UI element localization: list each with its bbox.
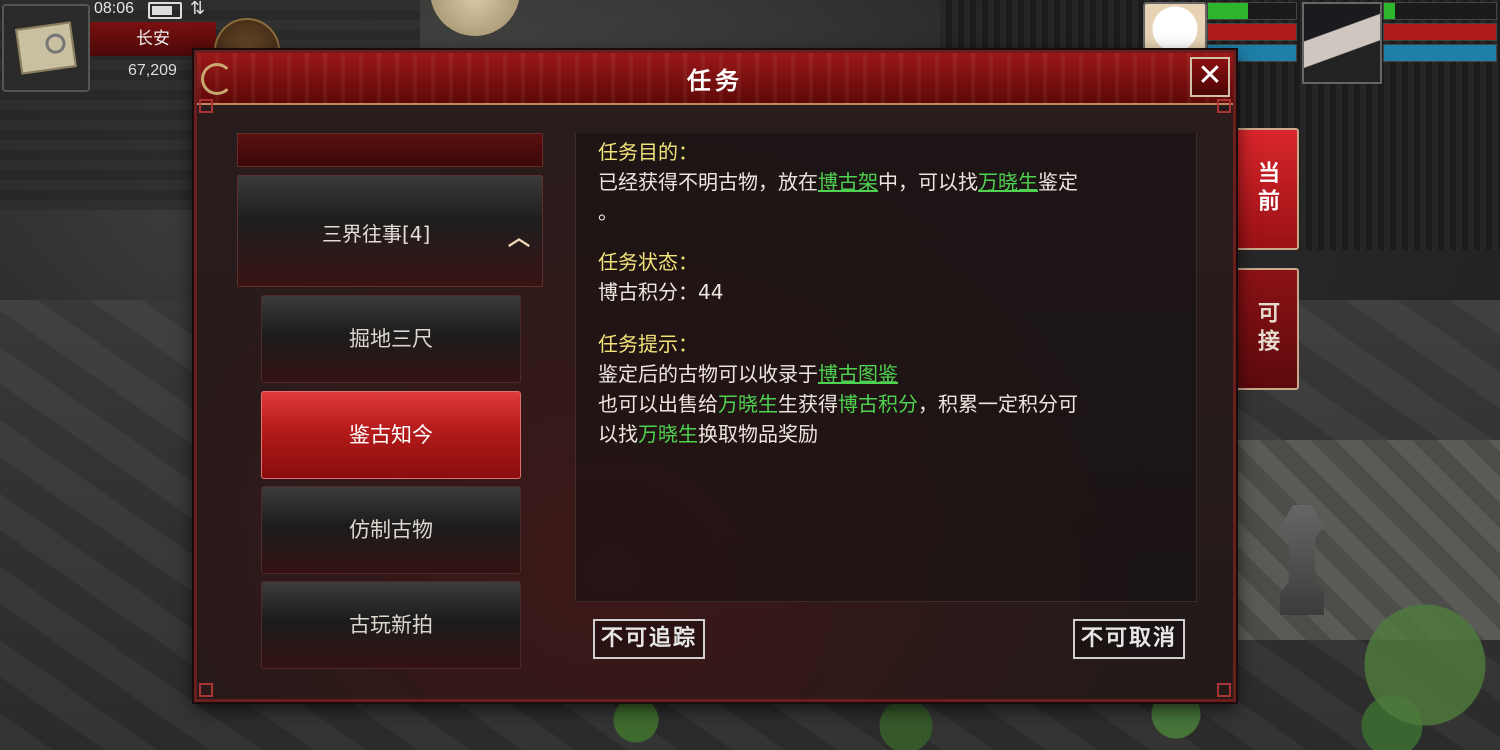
quest-item-selected[interactable]: 鉴古知今 [261, 391, 521, 479]
quest-item[interactable]: 古玩新拍 [261, 581, 521, 669]
goal-text-tail: 。 [598, 200, 618, 224]
hint-text: 也可以出售给 [598, 392, 718, 416]
quest-category-header[interactable]: 三界往事[4] ︿ [237, 175, 543, 287]
pet-portrait[interactable] [1143, 2, 1207, 56]
location-coordinates: 67,209 [128, 62, 177, 79]
pet-hp-bar [1207, 2, 1297, 20]
hint-text: 换取物品奖励 [698, 422, 818, 446]
hint-text: 鉴定后的古物可以收录于 [598, 362, 818, 386]
corner-ornament [1217, 683, 1231, 697]
chevron-up-icon: ︿ [508, 226, 531, 251]
clock-time: 08:06 [94, 0, 135, 17]
quest-status-section: 任务状态： 博古积分：44 [598, 247, 1178, 307]
hint-text: 生获得 [778, 392, 838, 416]
goal-text: 已经获得不明古物，放在 [598, 170, 818, 194]
link-bogu-catalog[interactable]: 博古图鉴 [818, 362, 898, 386]
goal-text: 鉴定 [1038, 170, 1078, 194]
link-npc-wanxiaosheng[interactable]: 万晓生 [718, 392, 778, 416]
corner-ornament [199, 99, 213, 113]
close-button[interactable]: ✕ [1190, 57, 1230, 97]
hero-status-bars [1383, 2, 1497, 62]
quest-item[interactable]: 仿制古物 [261, 486, 521, 574]
quest-hint-section: 任务提示： 鉴定后的古物可以收录于博古图鉴 也可以出售给万晓生生获得博古积分，积… [598, 329, 1178, 449]
quest-goal-heading: 任务目的： [598, 140, 698, 164]
quest-goal-text: 已经获得不明古物，放在博古架中，可以找万晓生鉴定 [598, 167, 1178, 197]
hint-text: 以找 [598, 422, 638, 446]
dialog-title-bar: 任务 ✕ [197, 53, 1233, 105]
battery-icon [148, 2, 182, 19]
map-icon [15, 21, 77, 75]
hero-mp-bar [1383, 23, 1497, 41]
quest-status-heading: 任务状态： [598, 250, 698, 274]
quest-category-collapsed[interactable] [237, 133, 543, 167]
corner-ornament [1217, 99, 1231, 113]
link-bogu-points[interactable]: 博古积分 [838, 392, 918, 416]
hero-sp-bar [1383, 44, 1497, 62]
quest-detail-panel: 任务目的： 已经获得不明古物，放在博古架中，可以找万晓生鉴定 。 任务状态： 博… [575, 133, 1197, 602]
hint-text: ，积累一定积分可 [918, 392, 1078, 416]
quest-status-text: 博古积分：44 [598, 280, 724, 304]
quest-hint-line: 鉴定后的古物可以收录于博古图鉴 [598, 359, 1178, 389]
quest-hint-line: 也可以出售给万晓生生获得博古积分，积累一定积分可 [598, 389, 1178, 419]
quest-item[interactable]: 掘地三尺 [261, 295, 521, 383]
link-bogu-shelf[interactable]: 博古架 [818, 170, 878, 194]
quest-category-label: 三界往事[4] [322, 222, 431, 246]
link-npc-wanxiaosheng[interactable]: 万晓生 [638, 422, 698, 446]
dialog-title: 任务 [687, 65, 743, 95]
cancel-quest-button[interactable]: 不可取消 [1073, 619, 1186, 659]
swirl-ornament-icon [201, 63, 233, 95]
link-npc-wanxiaosheng[interactable]: 万晓生 [978, 170, 1038, 194]
tab-current-quests[interactable]: 当前 [1235, 128, 1299, 250]
hero-hp-bar [1383, 2, 1497, 20]
trees-right [1350, 580, 1500, 750]
network-signal-icon: ⇅ [190, 0, 206, 19]
quest-list: 三界往事[4] ︿ 掘地三尺 鉴古知今 仿制古物 古玩新拍 [233, 133, 545, 673]
quest-goal-section: 任务目的： 已经获得不明古物，放在博古架中，可以找万晓生鉴定 。 [598, 137, 1178, 227]
pet-mp-bar [1207, 23, 1297, 41]
track-quest-button[interactable]: 不可追踪 [593, 619, 706, 659]
minimap-button[interactable] [2, 4, 90, 92]
quest-dialog: 任务 ✕ 三界往事[4] ︿ 掘地三尺 鉴古知今 仿制古物 古玩新拍 任务目的：… [194, 50, 1236, 702]
quest-hint-line: 以找万晓生换取物品奖励 [598, 419, 1178, 449]
goal-text: 中，可以找 [878, 170, 978, 194]
hero-portrait[interactable] [1302, 2, 1382, 84]
quest-hint-heading: 任务提示： [598, 332, 698, 356]
corner-ornament [199, 683, 213, 697]
tab-available-quests[interactable]: 可接 [1235, 268, 1299, 390]
